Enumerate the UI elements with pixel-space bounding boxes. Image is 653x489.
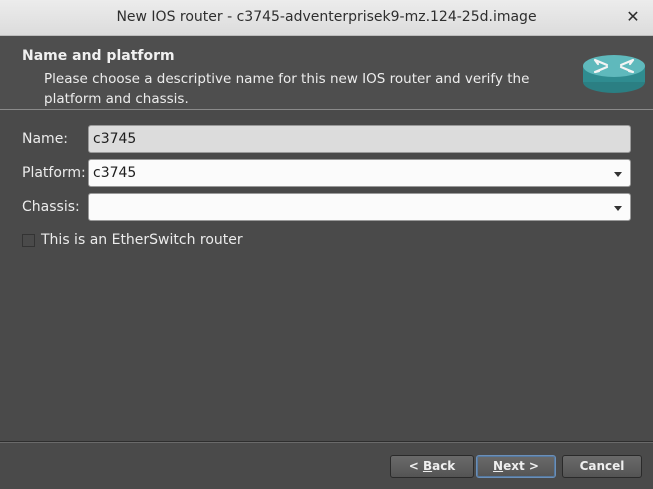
chassis-select[interactable] — [88, 193, 631, 221]
name-value: c3745 — [93, 131, 137, 147]
footer-divider — [0, 441, 653, 443]
name-field[interactable]: c3745 — [88, 125, 631, 153]
close-icon[interactable]: ✕ — [623, 7, 643, 27]
dialog-window: New IOS router - c3745-adventerprisek9-m… — [0, 0, 653, 489]
back-rest: ack — [432, 459, 456, 473]
name-label: Name: — [22, 131, 69, 147]
wizard-header: Name and platform Please choose a descri… — [0, 36, 653, 110]
chevron-down-icon — [614, 206, 622, 211]
platform-select[interactable]: c3745 — [88, 159, 631, 187]
chassis-label: Chassis: — [22, 199, 80, 215]
chevron-down-icon — [614, 172, 622, 177]
back-prefix: < — [408, 459, 423, 473]
back-button[interactable]: < Back — [390, 455, 474, 478]
etherswitch-checkbox[interactable] — [22, 234, 35, 247]
router-icon — [583, 55, 645, 93]
title-bar: New IOS router - c3745-adventerprisek9-m… — [0, 0, 653, 36]
back-mnemonic: B — [422, 459, 433, 473]
cancel-button[interactable]: Cancel — [562, 455, 642, 478]
page-title: Name and platform — [22, 48, 175, 64]
next-rest: ext > — [503, 459, 539, 473]
next-mnemonic: N — [493, 459, 504, 473]
platform-value: c3745 — [93, 165, 137, 181]
window-title: New IOS router - c3745-adventerprisek9-m… — [116, 9, 537, 25]
next-button[interactable]: Next > — [476, 455, 556, 478]
etherswitch-label: This is an EtherSwitch router — [41, 232, 243, 248]
platform-label: Platform: — [22, 165, 86, 181]
page-subtitle: Please choose a descriptive name for thi… — [44, 71, 530, 107]
